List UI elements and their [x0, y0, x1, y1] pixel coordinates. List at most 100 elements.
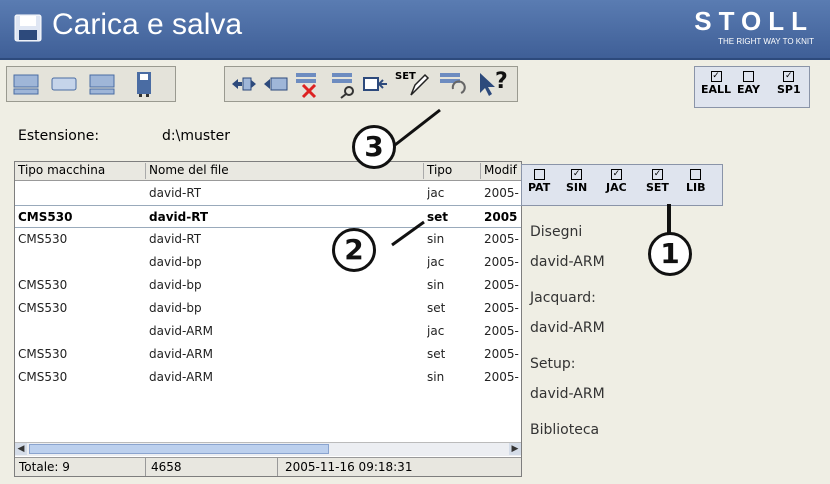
- scroll-thumb[interactable]: [29, 444, 329, 454]
- sin-checkbox[interactable]: ✓ SIN: [566, 169, 587, 194]
- copy-icon[interactable]: [261, 69, 291, 99]
- save-disk-icon: [14, 14, 42, 42]
- sin-label: SIN: [566, 181, 588, 194]
- sin-check: ✓: [571, 169, 583, 180]
- eall-label: EALL: [701, 83, 732, 96]
- eall-check: ✓: [710, 71, 722, 82]
- eay-label: EAY: [737, 83, 760, 96]
- title-bar: Carica e salva STOLL THE RIGHT WAY TO KN…: [0, 0, 830, 60]
- file-timestamp: 2005-11-16 09:18:31: [285, 460, 413, 474]
- table-row[interactable]: CMS530 david-bp sin 2005-: [15, 274, 521, 297]
- type-cell: set: [427, 347, 446, 361]
- jac-label: JAC: [606, 181, 627, 194]
- eay-checkbox[interactable]: EAY: [737, 71, 760, 96]
- file-size: 4658: [151, 460, 182, 474]
- scroll-left-icon[interactable]: ◀: [15, 443, 27, 455]
- export-options: ✓ EALL EAY ✓ SP1: [694, 66, 810, 108]
- type-cell: set: [427, 210, 449, 224]
- storage-toolbar: [6, 66, 176, 102]
- table-header: Tipo macchina Nome del file Tipo Modif: [15, 162, 521, 181]
- date-cell: 2005-: [484, 301, 519, 315]
- file-name-cell: david-bp: [149, 278, 202, 292]
- table-row[interactable]: david-RT jac 2005-: [15, 182, 521, 205]
- column-modified[interactable]: Modif: [481, 163, 521, 179]
- date-cell: 2005-: [484, 186, 519, 200]
- set-label: SET: [646, 181, 669, 194]
- save-disk-icon[interactable]: [129, 69, 159, 99]
- machine-cell: CMS530: [18, 232, 68, 246]
- import-icon[interactable]: [361, 69, 391, 99]
- eay-check: [742, 71, 754, 82]
- set-check: ✓: [651, 169, 663, 180]
- computer-icon[interactable]: [11, 69, 41, 99]
- column-machine-type[interactable]: Tipo macchina: [15, 163, 146, 179]
- set-edit-icon[interactable]: [405, 69, 435, 99]
- type-cell: sin: [427, 232, 445, 246]
- date-cell: 2005: [484, 210, 518, 224]
- file-table: Tipo macchina Nome del file Tipo Modif d…: [14, 161, 522, 477]
- type-cell: sin: [427, 370, 445, 384]
- disegni-label: Disegni: [530, 224, 583, 240]
- network-computer-icon[interactable]: [87, 69, 117, 99]
- sp1-checkbox[interactable]: ✓ SP1: [777, 71, 801, 96]
- set-checkbox[interactable]: ✓ SET: [646, 169, 669, 194]
- file-name-cell: david-RT: [149, 210, 209, 224]
- type-cell: jac: [427, 186, 445, 200]
- horizontal-scrollbar[interactable]: ◀ ▶: [15, 442, 521, 456]
- stoll-tagline: THE RIGHT WAY TO KNIT: [718, 37, 814, 46]
- pat-checkbox[interactable]: PAT: [528, 169, 550, 194]
- machine-cell: CMS530: [18, 347, 68, 361]
- table-row[interactable]: david-bp jac 2005-: [15, 251, 521, 274]
- jac-check: ✓: [610, 169, 622, 180]
- status-divider: [145, 458, 146, 476]
- date-cell: 2005-: [484, 255, 519, 269]
- eall-checkbox[interactable]: ✓ EALL: [701, 71, 731, 96]
- file-name-cell: david-ARM: [149, 347, 213, 361]
- file-name-cell: david-ARM: [149, 324, 213, 338]
- table-row[interactable]: CMS530 david-ARM set 2005-: [15, 343, 521, 366]
- machine-cell: CMS530: [18, 210, 73, 224]
- lib-check: [690, 169, 702, 180]
- help-question-mark: ?: [495, 69, 508, 94]
- type-cell: sin: [427, 278, 445, 292]
- file-name-cell: david-ARM: [149, 370, 213, 384]
- file-name-cell: david-RT: [149, 232, 202, 246]
- page-title: Carica e salva: [52, 8, 243, 41]
- date-cell: 2005-: [484, 278, 519, 292]
- table-row[interactable]: CMS530 david-ARM sin 2005-: [15, 366, 521, 389]
- total-count: Totale: 9: [19, 460, 70, 474]
- transfer-arrows-icon[interactable]: [229, 69, 259, 99]
- setup-value: david-ARM: [530, 386, 605, 402]
- stoll-logo: STOLL: [694, 6, 814, 36]
- file-name-cell: david-RT: [149, 186, 202, 200]
- type-cell: jac: [427, 255, 445, 269]
- drive-icon[interactable]: [49, 69, 79, 99]
- callout-2: 2: [332, 228, 376, 272]
- extension-label: Estensione:: [18, 128, 100, 144]
- disegni-value: david-ARM: [530, 254, 605, 270]
- find-icon[interactable]: [329, 69, 359, 99]
- sp1-check: ✓: [783, 71, 795, 82]
- table-row-selected[interactable]: CMS530 david-RT set 2005: [15, 205, 521, 228]
- status-bar: Totale: 9 4658 2005-11-16 09:18:31: [15, 457, 521, 476]
- date-cell: 2005-: [484, 324, 519, 338]
- table-row[interactable]: CMS530 david-RT sin 2005-: [15, 228, 521, 251]
- date-cell: 2005-: [484, 347, 519, 361]
- convert-icon[interactable]: [437, 69, 467, 99]
- scroll-right-icon[interactable]: ▶: [509, 443, 521, 455]
- date-cell: 2005-: [484, 232, 519, 246]
- machine-cell: CMS530: [18, 301, 68, 315]
- lib-checkbox[interactable]: LIB: [686, 169, 706, 194]
- type-cell: set: [427, 301, 446, 315]
- pat-check: [533, 169, 545, 180]
- column-type[interactable]: Tipo: [424, 163, 481, 179]
- jac-checkbox[interactable]: ✓ JAC: [606, 169, 627, 194]
- delete-icon[interactable]: [293, 69, 323, 99]
- table-row[interactable]: CMS530 david-bp set 2005-: [15, 297, 521, 320]
- file-type-filters: PAT ✓ SIN ✓ JAC ✓ SET LIB: [521, 164, 723, 206]
- file-name-cell: david-bp: [149, 301, 202, 315]
- table-row[interactable]: david-ARM jac 2005-: [15, 320, 521, 343]
- jacquard-label: Jacquard:: [530, 290, 596, 306]
- file-name-cell: david-bp: [149, 255, 202, 269]
- setup-label: Setup:: [530, 356, 576, 372]
